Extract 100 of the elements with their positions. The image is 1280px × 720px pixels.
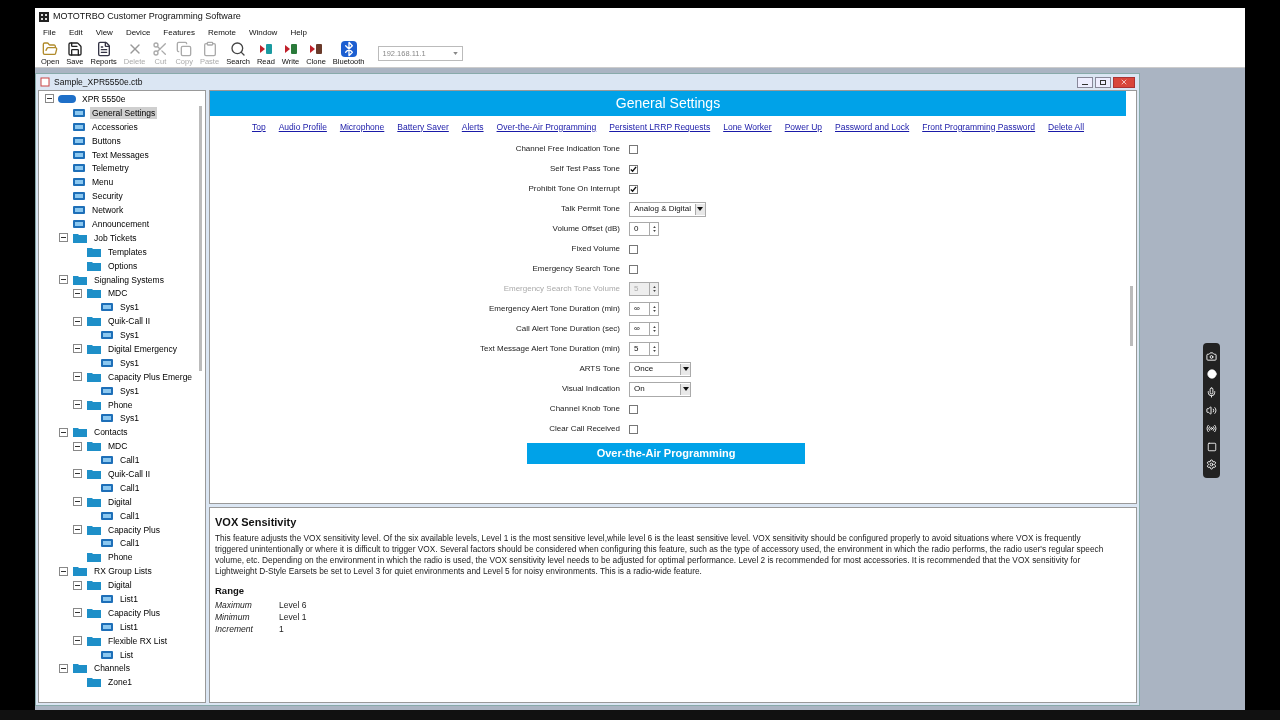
collapse-icon[interactable] [59,566,68,576]
tree-item[interactable]: MDC [106,440,130,453]
tree-item[interactable]: Capacity Plus [106,523,162,536]
tree-item[interactable]: Phone [106,551,135,564]
collapse-icon[interactable] [73,400,82,410]
nav-link[interactable]: Delete All [1048,120,1085,134]
tree-item[interactable]: Accessories [90,120,140,133]
restore-button[interactable] [1095,76,1111,88]
menubar-entry[interactable]: Edit [68,27,83,39]
close-icon[interactable] [1120,78,1128,86]
collapse-icon[interactable] [73,372,82,382]
spin-box[interactable]: ∞ [629,322,659,336]
minimize-button[interactable] [1077,76,1093,88]
nav-link[interactable]: Power Up [784,120,822,134]
nav-link[interactable]: Microphone [339,120,385,134]
collapse-icon[interactable] [59,275,68,284]
menubar-entry[interactable]: View [95,27,113,39]
tree-item[interactable]: Flexible RX List [106,634,170,647]
collapse-icon[interactable] [73,469,82,479]
menubar-entry[interactable]: Help [290,27,307,39]
collapse-icon[interactable] [73,316,82,326]
settings-icon[interactable] [1206,459,1217,471]
dropdown[interactable]: Once [629,361,691,377]
checkbox[interactable] [629,264,638,274]
tree-item[interactable]: List [118,648,136,661]
tree-item[interactable]: Capacity Plus Emerge [106,370,195,383]
collapse-icon[interactable] [59,427,68,437]
tree-item[interactable]: Signaling Systems [92,273,166,286]
tree-item[interactable]: Security [90,190,125,203]
caret-icon[interactable] [697,207,704,211]
tree-item[interactable]: MDC [106,287,130,300]
tree-item[interactable]: Digital Emergency [106,342,179,355]
tree-item[interactable]: Sys1 [118,329,141,342]
tree-item[interactable]: List1 [118,620,140,633]
nav-link[interactable]: Password and Lock [835,120,910,134]
tree-item[interactable]: Zone1 [106,676,135,689]
tree-item[interactable]: Call1 [118,509,142,522]
tree-item[interactable]: Digital [106,495,134,508]
window-icon[interactable] [1206,441,1217,452]
menubar-entry[interactable]: File [43,27,56,39]
tree-item[interactable]: Phone [106,398,135,411]
tree-item[interactable]: Call1 [118,537,142,550]
checkbox[interactable] [629,164,638,174]
tree-item[interactable]: Quik-Call II [106,315,153,328]
checkbox[interactable] [629,144,638,154]
record-icon[interactable] [1206,369,1217,380]
spin-box[interactable]: 5 [629,342,659,356]
microphone-icon[interactable] [1206,386,1217,398]
nav-link[interactable]: Lone Worker [723,120,772,134]
menubar-entry[interactable]: Device [125,27,151,39]
collapse-icon[interactable] [73,288,82,298]
spin-box[interactable]: 0 [629,222,659,236]
tree-item[interactable]: Sys1 [118,384,141,397]
menubar-entry[interactable]: Features [163,27,195,39]
tree-item[interactable]: Channels [92,662,132,675]
tree-item[interactable]: Sys1 [118,356,141,369]
collapse-icon[interactable] [73,497,82,507]
tree-item[interactable]: Quik-Call II [106,468,153,480]
caret-icon[interactable] [682,367,689,371]
tree-item[interactable]: List1 [118,593,140,605]
collapse-icon[interactable] [73,344,82,354]
collapse-icon[interactable] [73,580,82,590]
scrollbar[interactable] [1129,286,1133,346]
camera-icon[interactable] [1206,350,1217,362]
tree-item[interactable]: Sys1 [118,301,141,314]
close-button[interactable] [1113,76,1135,88]
collapse-icon[interactable] [59,233,68,243]
checkbox[interactable] [629,404,638,414]
nav-link[interactable]: Alerts [461,120,484,134]
tree-item[interactable]: General Settings [90,106,158,119]
collapse-icon[interactable] [73,441,82,451]
tree-item[interactable]: Call1 [118,454,142,467]
collapse-icon[interactable] [45,94,54,104]
scrollbar[interactable] [199,106,202,371]
tree-item[interactable]: Announcement [90,217,152,230]
collapse-icon[interactable] [73,525,82,535]
caret-icon[interactable] [682,387,689,391]
menubar-entry[interactable]: Remote [207,27,236,39]
tree-item[interactable]: Sys1 [118,412,141,425]
tree-item[interactable]: Call1 [118,481,142,494]
speaker-icon[interactable] [1206,404,1217,416]
tree-item[interactable]: Menu [90,176,116,189]
tree-item[interactable]: RX Group Lists [92,565,154,578]
dropdown[interactable]: Analog & Digital [629,201,706,217]
nav-link[interactable]: Persistent LRRP Requests [609,120,711,134]
tree-item[interactable]: XPR 5550e [80,92,128,105]
tree-item[interactable]: Options [106,259,140,272]
tree-item[interactable]: Job Tickets [92,231,139,244]
tree-item[interactable]: Digital [106,579,134,592]
nav-link[interactable]: Audio Profile [278,120,327,134]
collapse-icon[interactable] [73,636,82,646]
nav-link[interactable]: Over-the-Air Programming [496,120,597,134]
tree-item[interactable]: Network [90,204,126,217]
menubar-entry[interactable]: Window [248,27,278,39]
collapse-icon[interactable] [59,663,68,673]
tree-item[interactable]: Capacity Plus [106,606,162,619]
tree-item[interactable]: Contacts [92,426,130,439]
nav-link[interactable]: Front Programming Password [922,120,1036,134]
dropdown[interactable]: On [629,381,691,397]
spin-box[interactable]: ∞ [629,302,659,316]
